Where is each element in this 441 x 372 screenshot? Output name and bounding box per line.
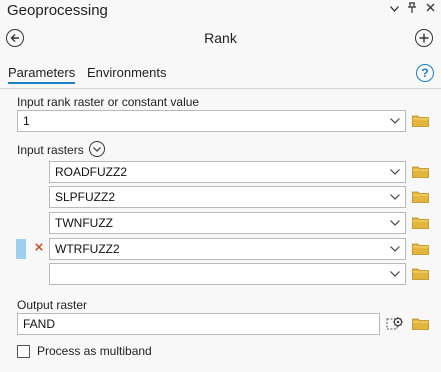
chevron-down-icon[interactable] <box>390 114 400 128</box>
close-icon[interactable] <box>425 3 435 15</box>
folder-icon[interactable] <box>412 267 429 283</box>
chevron-down-icon[interactable] <box>390 165 400 179</box>
output-raster-label: Output raster <box>17 298 88 312</box>
selected-row-indicator <box>16 239 26 259</box>
input-raster-item[interactable]: TWNFUZZ <box>49 212 406 234</box>
folder-icon[interactable] <box>412 216 429 232</box>
input-raster-value: ROADFUZZ2 <box>55 165 127 179</box>
remove-x-icon[interactable] <box>35 240 43 254</box>
input-rank-value: 1 <box>23 114 30 128</box>
input-raster-value: WTRFUZZ2 <box>55 242 120 256</box>
input-rank-label: Input rank raster or constant value <box>17 95 200 109</box>
tool-title: Rank <box>204 30 237 46</box>
help-icon[interactable]: ? <box>416 64 434 82</box>
chevron-down-icon[interactable] <box>390 190 400 204</box>
folder-icon[interactable] <box>412 242 429 258</box>
chevron-down-icon[interactable] <box>389 3 399 15</box>
output-raster-field[interactable]: FAND <box>17 313 380 335</box>
tab-divider <box>0 88 441 89</box>
input-raster-value: SLPFUZZ2 <box>55 190 116 204</box>
chevron-down-icon[interactable] <box>390 242 400 256</box>
process-multiband-checkbox[interactable] <box>17 345 30 358</box>
process-multiband-label[interactable]: Process as multiband <box>37 344 152 358</box>
input-raster-item-selected[interactable]: WTRFUZZ2 <box>49 238 406 260</box>
input-raster-item[interactable]: ROADFUZZ2 <box>49 161 406 183</box>
tab-parameters[interactable]: Parameters <box>8 65 76 84</box>
folder-icon[interactable] <box>412 190 429 206</box>
pane-title: Geoprocessing <box>7 2 108 19</box>
expand-circle-icon[interactable] <box>89 141 105 157</box>
output-raster-value: FAND <box>23 317 56 331</box>
input-rank-field[interactable]: 1 <box>17 110 406 132</box>
chevron-down-icon[interactable] <box>390 216 400 230</box>
add-icon[interactable] <box>415 29 433 47</box>
tab-environments[interactable]: Environments <box>87 65 166 80</box>
input-raster-item[interactable]: SLPFUZZ2 <box>49 186 406 208</box>
environment-settings-icon[interactable] <box>386 315 404 333</box>
chevron-down-icon[interactable] <box>390 267 400 281</box>
input-rasters-label: Input rasters <box>17 143 84 157</box>
folder-icon[interactable] <box>412 165 429 181</box>
folder-icon[interactable] <box>412 114 429 130</box>
pin-icon[interactable] <box>407 2 417 16</box>
pane-header-icons <box>389 2 435 16</box>
input-raster-value: TWNFUZZ <box>55 216 113 230</box>
input-raster-item-empty[interactable] <box>49 263 406 285</box>
folder-icon[interactable] <box>412 317 429 333</box>
